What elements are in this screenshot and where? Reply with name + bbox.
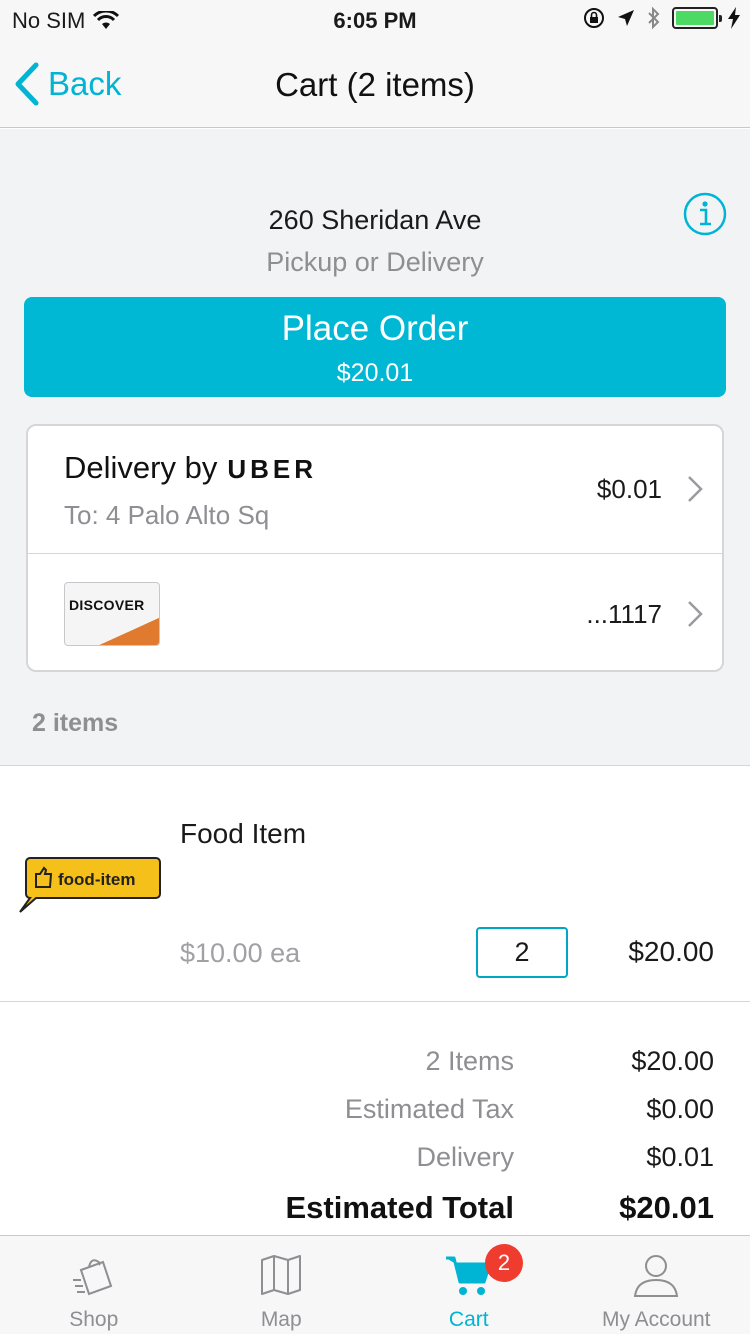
delivery-title: Delivery by UBER [64, 450, 317, 486]
delivery-price: $0.01 [596, 474, 662, 504]
summary-label: Estimated Tax [344, 1094, 514, 1124]
summary-value: $0.00 [646, 1094, 714, 1124]
items-count-header: 2 items [32, 709, 119, 737]
uber-logo: UBER [227, 454, 317, 484]
chevron-right-icon [688, 601, 703, 627]
quantity-field[interactable]: 2 [476, 927, 568, 978]
cart-items-section: food-item Food Item $10.00 ea 2 $20.00 2… [0, 765, 750, 1235]
discover-card-icon: DISCOVER [64, 582, 160, 646]
summary-row-items: 2 Items $20.00 [0, 1046, 750, 1086]
summary-label: Delivery [416, 1142, 514, 1172]
card-last-digits: ...1117 [586, 599, 662, 629]
tab-label: My Account [601, 1308, 711, 1331]
item-line-total: $20.00 [628, 936, 714, 967]
summary-value: $20.00 [631, 1046, 714, 1076]
summary-row-tax: Estimated Tax $0.00 [0, 1094, 750, 1134]
store-name: 260 Sheridan Ave [268, 205, 482, 235]
page-title: Cart (2 items) [275, 66, 475, 103]
delivery-address: To: 4 Palo Alto Sq [64, 500, 270, 530]
tab-bar: Shop Map 2 Cart My Account [0, 1235, 750, 1334]
logo-text: food-item [58, 870, 135, 889]
map-icon [261, 1255, 302, 1295]
tab-label: Shop [69, 1308, 119, 1331]
tab-label: Map [260, 1308, 302, 1331]
account-icon [634, 1255, 679, 1297]
summary-row-total: Estimated Total $20.01 [0, 1190, 750, 1230]
item-unit-price: $10.00 ea [180, 938, 301, 968]
fulfillment-mode: Pickup or Delivery [266, 247, 484, 277]
tab-cart[interactable]: 2 Cart [375, 1236, 563, 1334]
place-order-label: Place Order [281, 309, 469, 348]
cart-content[interactable]: 260 Sheridan Ave Pickup or Delivery Plac… [0, 129, 750, 1235]
checkout-options-card: Delivery by UBER To: 4 Palo Alto Sq $0.0… [26, 424, 724, 672]
delivery-option-row[interactable]: Delivery by UBER To: 4 Palo Alto Sq $0.0… [28, 426, 722, 554]
summary-value: $20.01 [619, 1190, 714, 1225]
place-order-button[interactable]: Place Order $20.01 [24, 297, 726, 397]
cart-badge: 2 [485, 1244, 523, 1282]
chevron-right-icon [688, 476, 703, 502]
place-order-amount: $20.01 [336, 359, 414, 387]
navigation-bar: Back Cart (2 items) [0, 40, 750, 128]
status-bar: No SIM 6:05 PM [0, 0, 750, 40]
shopping-bag-icon [72, 1259, 113, 1296]
summary-value: $0.01 [646, 1142, 714, 1172]
delivery-title-prefix: Delivery by [64, 450, 218, 485]
payment-method-row[interactable]: DISCOVER ...1117 [28, 555, 722, 672]
battery-icon [672, 7, 722, 29]
summary-label: 2 Items [425, 1046, 514, 1076]
orientation-lock-icon [584, 8, 604, 28]
food-item-logo: food-item [18, 856, 162, 919]
tab-label: Cart [448, 1308, 489, 1331]
tab-map[interactable]: Map [188, 1236, 376, 1334]
item-name: Food Item [180, 818, 307, 849]
bluetooth-icon [648, 6, 660, 30]
card-brand: DISCOVER [69, 597, 145, 613]
location-arrow-icon [618, 10, 634, 26]
status-right [582, 6, 740, 30]
tab-shop[interactable]: Shop [0, 1236, 188, 1334]
tab-my-account[interactable]: My Account [563, 1236, 750, 1334]
cart-item-row[interactable]: food-item Food Item $10.00 ea 2 $20.00 [0, 766, 750, 1002]
charging-bolt-icon [728, 7, 740, 29]
summary-label: Estimated Total [285, 1190, 514, 1225]
summary-row-delivery: Delivery $0.01 [0, 1142, 750, 1182]
